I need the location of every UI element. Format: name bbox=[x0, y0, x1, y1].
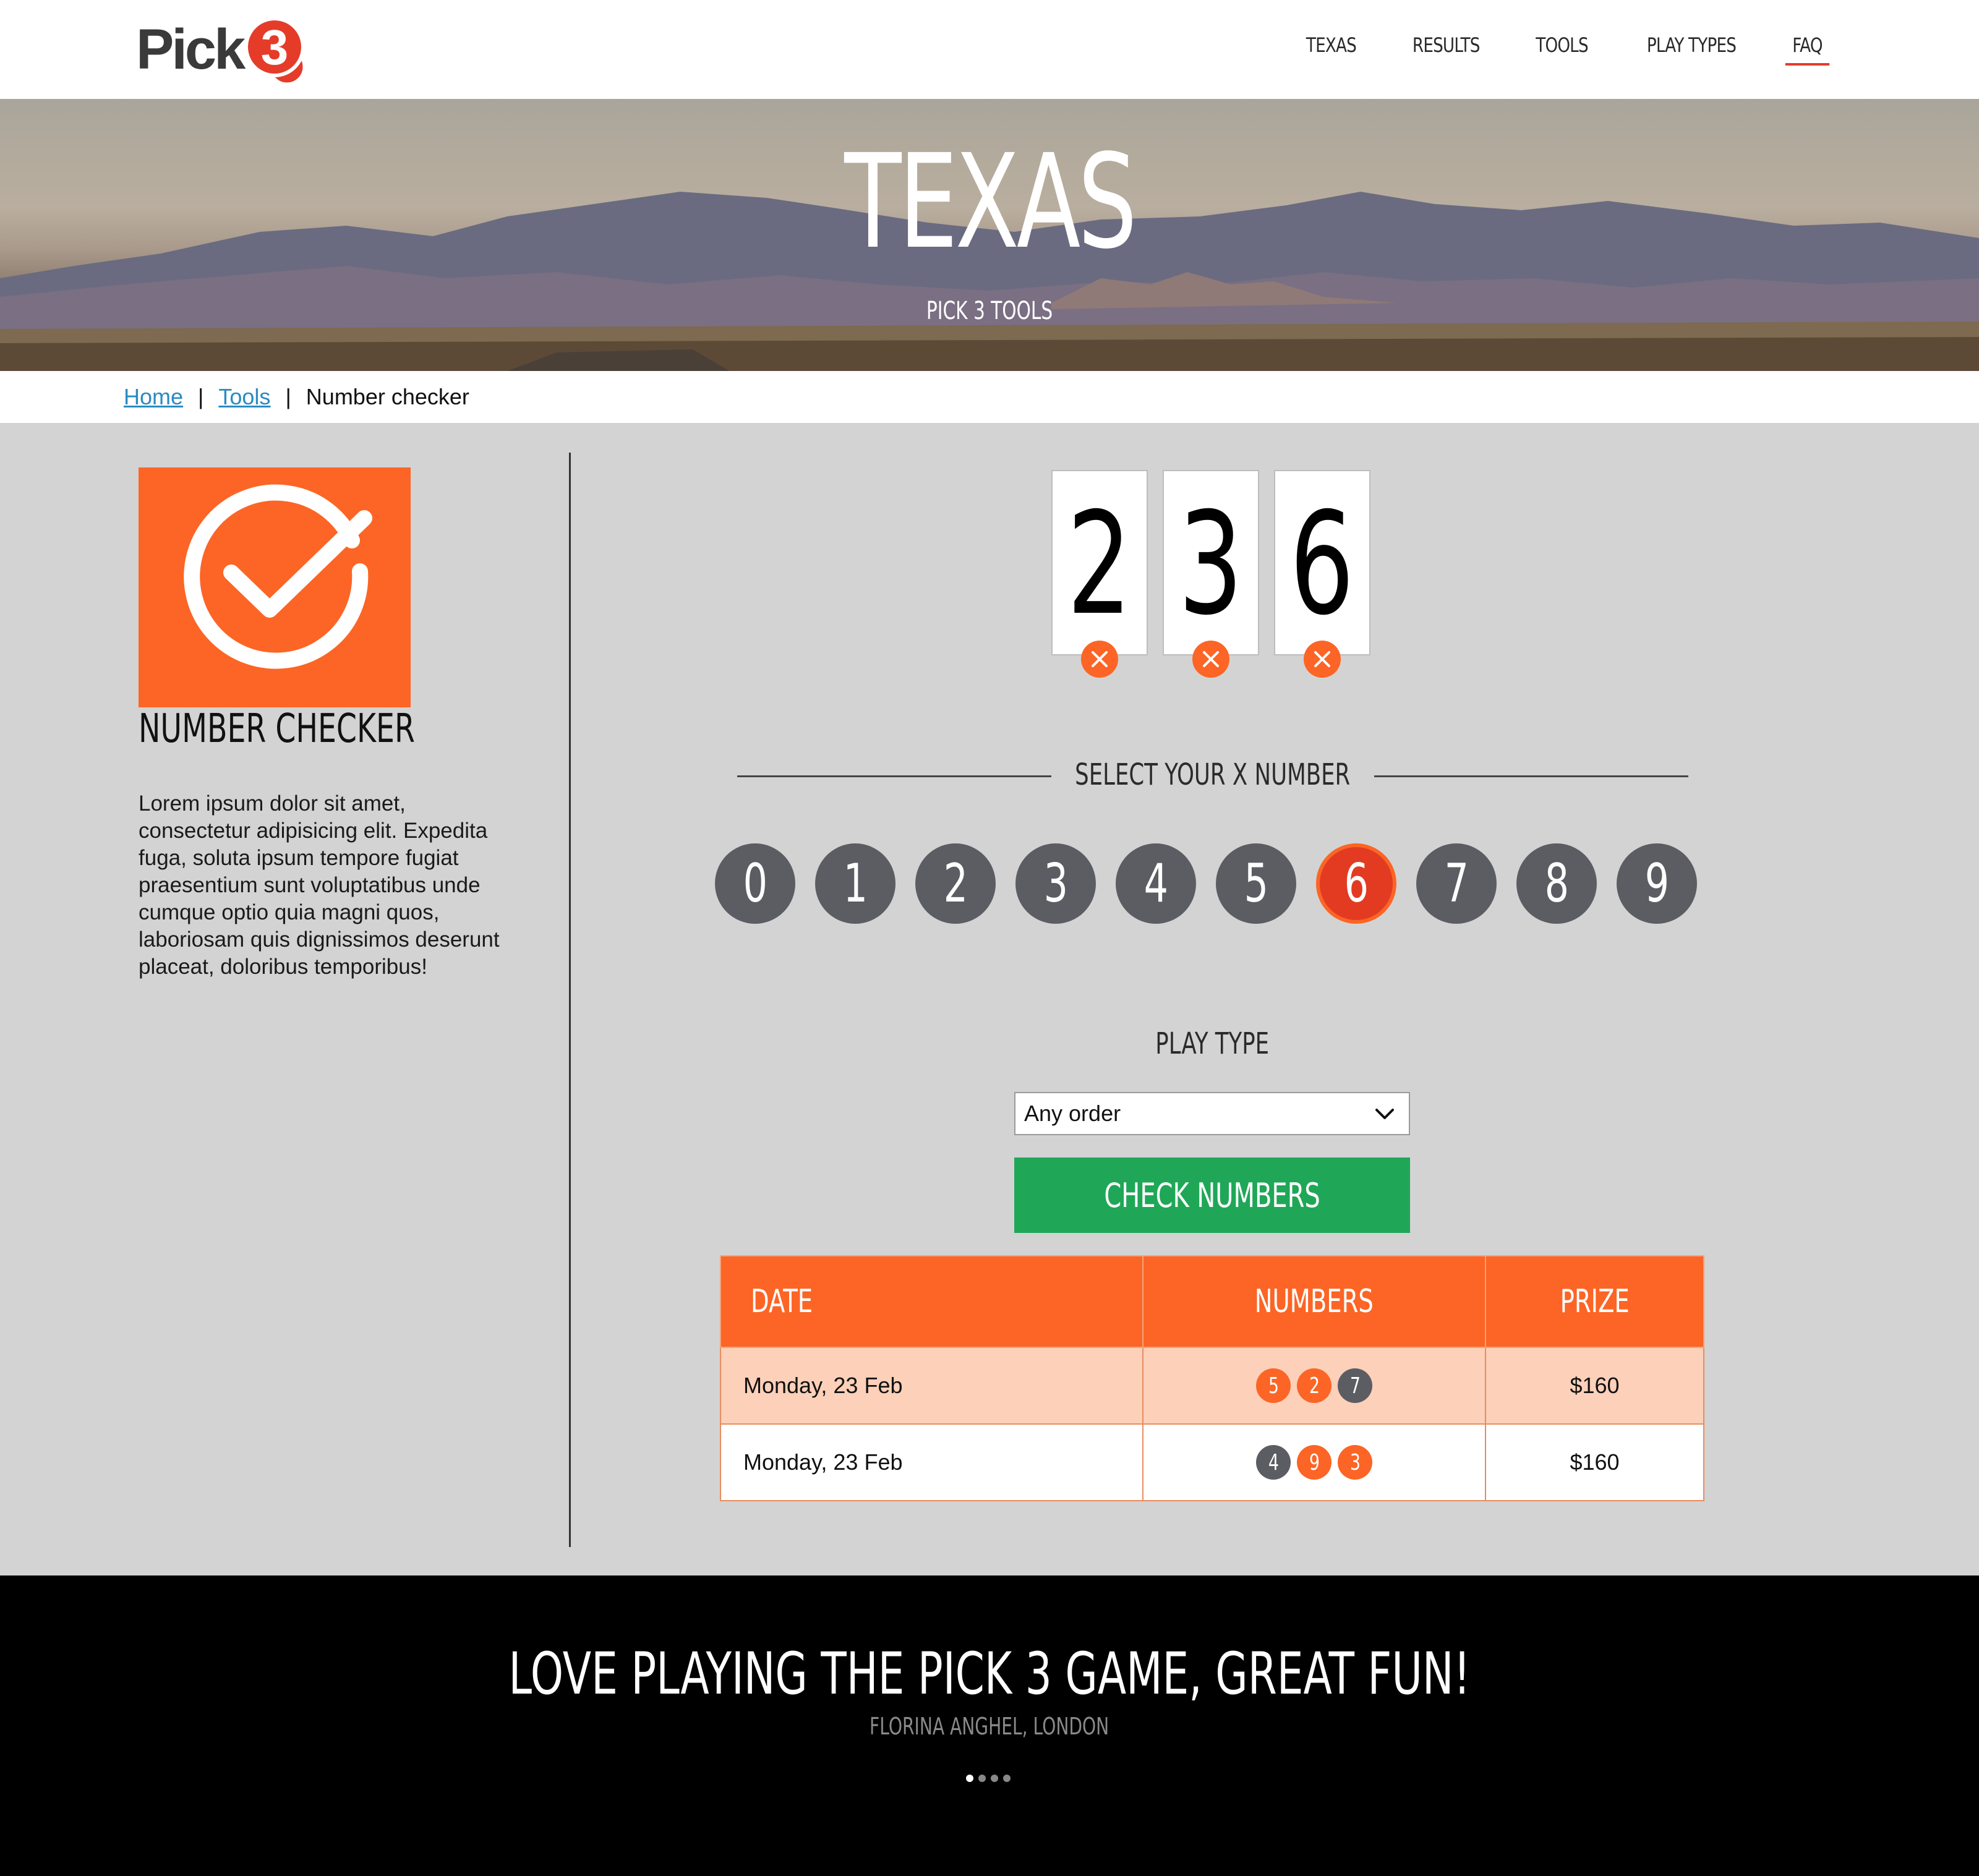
table-row: Monday, 23 Feb 5 2 7 $160 bbox=[720, 1347, 1704, 1425]
remove-number-button[interactable] bbox=[1192, 641, 1229, 678]
remove-number-button[interactable] bbox=[1304, 641, 1341, 678]
chevron-down-icon bbox=[1375, 1109, 1394, 1119]
result-numbers: 5 2 7 bbox=[1142, 1347, 1486, 1425]
logo-text: Pick bbox=[136, 18, 246, 81]
x-number-ball[interactable]: 4 bbox=[1116, 843, 1196, 924]
hero-banner: TEXAS PICK 3 TOOLS bbox=[0, 99, 1979, 371]
column-header-date: DATE bbox=[720, 1255, 1143, 1348]
breadcrumb-home-link[interactable]: Home bbox=[124, 383, 183, 411]
result-ball-matched: 3 bbox=[1338, 1445, 1372, 1480]
result-numbers: 4 9 3 bbox=[1142, 1423, 1486, 1501]
result-ball: 7 bbox=[1338, 1368, 1372, 1403]
number-tile: 3 bbox=[1163, 470, 1259, 678]
number-tile: 2 bbox=[1051, 470, 1148, 678]
play-type-label: PLAY TYPE bbox=[1155, 1026, 1269, 1061]
carousel-dot[interactable] bbox=[1003, 1775, 1011, 1782]
x-number-ball[interactable]: 5 bbox=[1216, 843, 1296, 924]
results-table: DATE NUMBERS PRIZE Monday, 23 Feb 5 2 7 … bbox=[720, 1255, 1704, 1501]
x-number-ball[interactable]: 1 bbox=[815, 843, 895, 924]
result-ball-matched: 5 bbox=[1256, 1368, 1291, 1403]
breadcrumb: Home | Tools | Number checker bbox=[0, 371, 1979, 423]
breadcrumb-separator: | bbox=[285, 384, 291, 409]
hero-subtitle: PICK 3 TOOLS bbox=[926, 297, 1053, 325]
site-header: Pick 3 TEXAS RESULTS TOOLS PLAY TYPES FA… bbox=[0, 0, 1979, 99]
carousel-dot[interactable] bbox=[978, 1775, 986, 1782]
column-header-numbers: NUMBERS bbox=[1142, 1255, 1486, 1348]
result-date: Monday, 23 Feb bbox=[720, 1423, 1143, 1501]
result-ball-matched: 9 bbox=[1297, 1445, 1331, 1480]
x-number-ball[interactable]: 7 bbox=[1416, 843, 1497, 924]
close-icon bbox=[1092, 651, 1108, 667]
breadcrumb-current: Number checker bbox=[306, 384, 469, 409]
number-checker-tile bbox=[139, 467, 411, 707]
pick3-logo[interactable]: Pick 3 bbox=[136, 15, 315, 87]
x-number-label: SELECT YOUR X NUMBER bbox=[1075, 757, 1351, 792]
result-prize: $160 bbox=[1485, 1347, 1704, 1425]
logo-ball-icon: 3 bbox=[244, 17, 306, 86]
play-type-value: Any order bbox=[1024, 1101, 1121, 1126]
x-number-ball[interactable]: 2 bbox=[915, 843, 996, 924]
result-date: Monday, 23 Feb bbox=[720, 1347, 1143, 1425]
nav-texas[interactable]: TEXAS bbox=[1302, 31, 1360, 66]
testimonial-author: FLORINA ANGHEL, LONDON bbox=[870, 1713, 1109, 1740]
nav-results[interactable]: RESULTS bbox=[1408, 31, 1484, 66]
x-number-ball[interactable]: 8 bbox=[1516, 843, 1597, 924]
carousel-dot-active[interactable] bbox=[966, 1775, 973, 1782]
result-prize: $160 bbox=[1485, 1423, 1704, 1501]
result-ball-matched: 2 bbox=[1297, 1368, 1331, 1403]
x-number-ball-selected[interactable]: 6 bbox=[1316, 843, 1396, 924]
tool-title: NUMBER CHECKER bbox=[139, 706, 415, 752]
table-row: Monday, 23 Feb 4 9 3 $160 bbox=[720, 1423, 1704, 1501]
testimonial-section: LOVE PLAYING THE PICK 3 GAME, GREAT FUN!… bbox=[0, 1575, 1979, 1876]
hero-title: TEXAS bbox=[844, 126, 1137, 278]
check-numbers-button[interactable]: CHECK NUMBERS bbox=[1014, 1158, 1410, 1233]
check-circle-icon bbox=[184, 484, 372, 669]
nav-play-types[interactable]: PLAY TYPES bbox=[1643, 31, 1740, 66]
x-number-heading: SELECT YOUR X NUMBER bbox=[737, 753, 1688, 796]
breadcrumb-tools-link[interactable]: Tools bbox=[218, 383, 270, 411]
close-icon bbox=[1203, 651, 1219, 667]
play-type-select[interactable]: Any order bbox=[1014, 1092, 1410, 1135]
table-header-row: DATE NUMBERS PRIZE bbox=[720, 1255, 1704, 1348]
tile-digit: 2 bbox=[1067, 482, 1132, 646]
x-number-ball[interactable]: 9 bbox=[1617, 843, 1697, 924]
x-number-picker: 0 1 2 3 4 5 6 7 8 9 bbox=[715, 843, 1697, 924]
tile-digit: 3 bbox=[1178, 482, 1244, 646]
nav-faq[interactable]: FAQ bbox=[1785, 31, 1830, 66]
close-icon bbox=[1314, 651, 1330, 667]
number-tile: 6 bbox=[1274, 470, 1370, 678]
nav-tools[interactable]: TOOLS bbox=[1532, 31, 1592, 66]
tile-digit: 6 bbox=[1289, 482, 1355, 646]
breadcrumb-separator: | bbox=[198, 384, 204, 409]
remove-number-button[interactable] bbox=[1081, 641, 1118, 678]
x-number-ball[interactable]: 0 bbox=[715, 843, 795, 924]
selected-numbers: 2 3 6 bbox=[1051, 470, 1370, 678]
tool-description: Lorem ipsum dolor sit amet, consectetur … bbox=[139, 791, 500, 979]
result-ball: 4 bbox=[1256, 1445, 1291, 1480]
column-divider bbox=[569, 453, 571, 1547]
carousel-dots bbox=[966, 1775, 1011, 1782]
main-nav: TEXAS RESULTS TOOLS PLAY TYPES FAQ bbox=[1296, 31, 1831, 66]
column-header-prize: PRIZE bbox=[1485, 1255, 1704, 1348]
carousel-dot[interactable] bbox=[991, 1775, 998, 1782]
logo-digit: 3 bbox=[261, 20, 289, 75]
x-number-ball[interactable]: 3 bbox=[1015, 843, 1096, 924]
testimonial-quote: LOVE PLAYING THE PICK 3 GAME, GREAT FUN! bbox=[508, 1640, 1471, 1708]
